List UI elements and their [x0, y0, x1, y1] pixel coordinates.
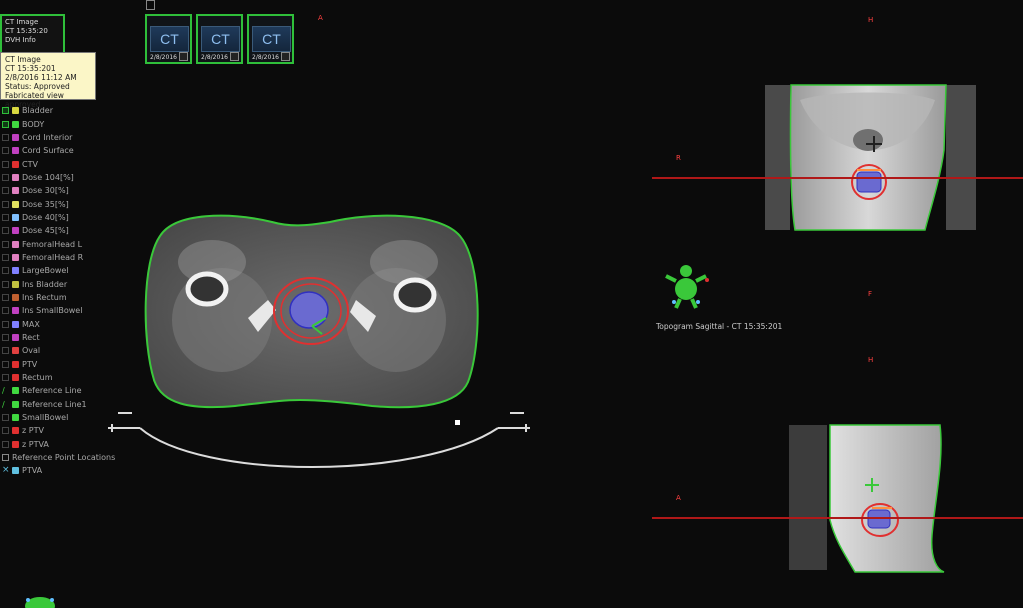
sagittal-top-label: H: [868, 356, 873, 364]
coronal-bottom-label: F: [868, 290, 872, 298]
right-thigh-fat: [370, 240, 438, 284]
couch-right-bracket: [498, 412, 530, 432]
patient-avatar-icon[interactable]: [25, 597, 55, 608]
topogram-caption: Topogram Sagittal - CT 15:35:201: [656, 322, 783, 331]
sagittal-view[interactable]: [652, 424, 1023, 573]
viewer-canvas: A H R F H A: [25, 14, 1023, 608]
right-femoral-head: [393, 277, 437, 313]
coronal-view[interactable]: [652, 84, 1023, 231]
coronal-bladder: [856, 171, 882, 193]
coronal-table-left: [765, 85, 790, 230]
couch-left-bracket: [108, 412, 140, 432]
coronal-left-label: R: [676, 154, 681, 162]
coronal-table-right: [946, 85, 976, 230]
sagittal-table: [789, 425, 827, 570]
axial-bladder: [289, 291, 329, 329]
couch-curve: [139, 427, 499, 468]
axial-view[interactable]: [108, 214, 530, 468]
coronal-bladder-dark: [853, 129, 883, 151]
axial-marker: [455, 420, 460, 425]
left-femoral-head: [185, 271, 229, 307]
coronal-top-label: H: [868, 16, 873, 24]
sagittal-left-label: A: [676, 494, 681, 502]
sagittal-body: [829, 424, 945, 573]
axial-top-label: A: [318, 14, 323, 22]
orientation-figure-icon[interactable]: [665, 265, 709, 309]
